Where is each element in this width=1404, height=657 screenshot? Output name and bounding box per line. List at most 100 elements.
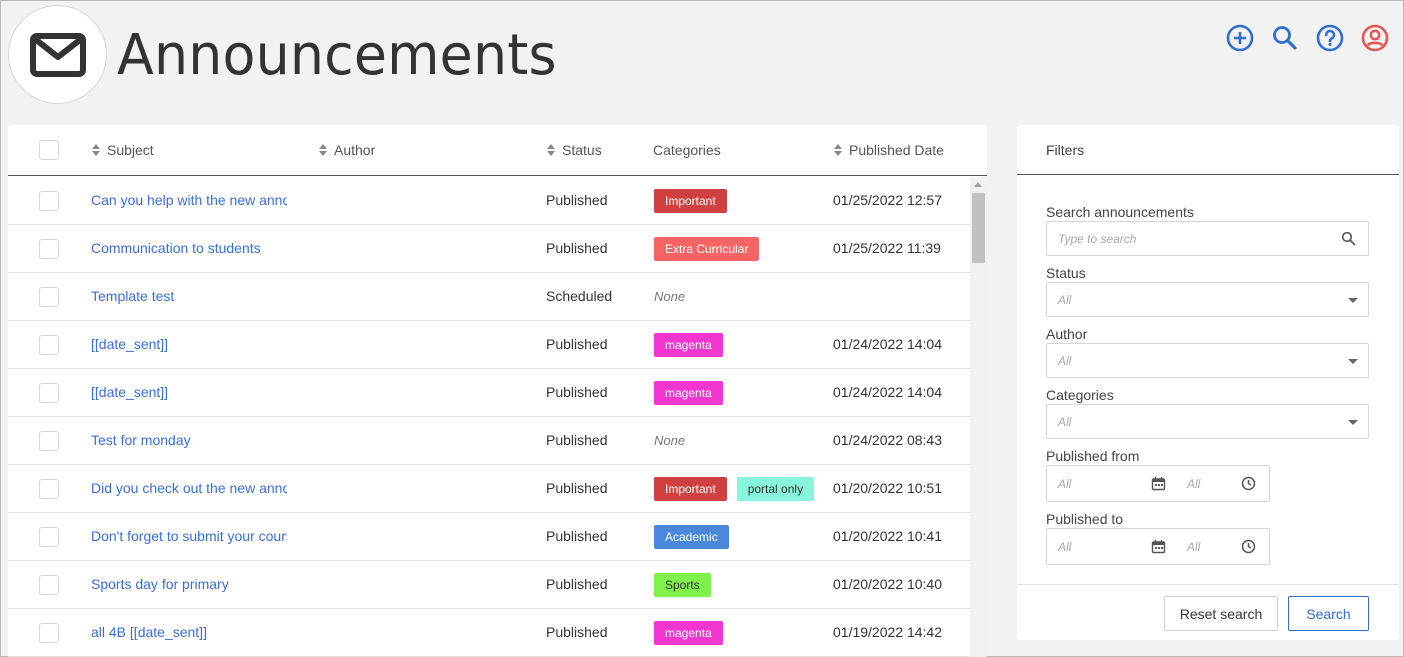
row-subject-link[interactable]: Test for monday xyxy=(91,432,287,448)
sort-icon xyxy=(834,144,842,156)
author-select[interactable]: All xyxy=(1046,343,1369,378)
category-tag: Sports xyxy=(654,573,711,597)
row-published-date: 01/24/2022 14:04 xyxy=(833,336,942,352)
row-subject-link[interactable]: Don't forget to submit your coursework xyxy=(91,528,287,544)
published-to-date[interactable]: All xyxy=(1058,540,1071,554)
status-select[interactable]: All xyxy=(1046,282,1369,317)
row-subject-link[interactable]: Template test xyxy=(91,288,287,304)
author-label: Author xyxy=(1046,326,1088,342)
search-announcements-label: Search announcements xyxy=(1046,204,1194,220)
search-announcements-input[interactable]: Type to search xyxy=(1046,221,1369,256)
search-button[interactable] xyxy=(1270,23,1299,52)
categories-select[interactable]: All xyxy=(1046,404,1369,439)
add-announcement-button[interactable] xyxy=(1225,23,1254,52)
table-header: Subject Author Status Categories Publish… xyxy=(8,125,987,176)
help-button[interactable] xyxy=(1315,23,1344,52)
scrollbar-thumb[interactable] xyxy=(972,193,985,263)
row-categories: Sports xyxy=(654,573,711,597)
table-row[interactable]: Can you help with the new announcement Pu… xyxy=(8,177,970,225)
published-from-date[interactable]: All xyxy=(1058,477,1071,491)
row-checkbox[interactable] xyxy=(39,287,59,307)
published-from-label: Published from xyxy=(1046,448,1140,464)
table-row[interactable]: all 4B [[date_sent]] Published magenta 01/1… xyxy=(8,609,970,657)
table-row[interactable]: [[date_sent]] Published magenta 01/24/2022 … xyxy=(8,369,970,417)
row-status: Published xyxy=(546,384,608,400)
row-checkbox[interactable] xyxy=(39,431,59,451)
page-title: Announcements xyxy=(117,23,557,88)
published-to-time[interactable]: All xyxy=(1187,540,1200,554)
clock-icon[interactable] xyxy=(1241,476,1256,491)
published-from-input[interactable]: All All xyxy=(1046,465,1270,502)
column-subject-label: Subject xyxy=(107,142,154,158)
column-author[interactable]: Author xyxy=(318,142,375,158)
row-categories: magenta xyxy=(654,381,723,405)
row-published-date: 01/20/2022 10:41 xyxy=(833,528,942,544)
row-subject-link[interactable]: Did you check out the new announcement xyxy=(91,480,287,496)
table-row[interactable]: Did you check out the new announcement Pu… xyxy=(8,465,970,513)
row-subject-link[interactable]: Sports day for primary xyxy=(91,576,287,592)
row-categories-none: None xyxy=(654,433,686,448)
calendar-icon[interactable] xyxy=(1151,539,1166,554)
row-status: Published xyxy=(546,336,608,352)
scroll-up-arrow[interactable] xyxy=(974,182,982,187)
filters-footer: Reset search Search xyxy=(1017,584,1399,640)
filters-panel: Filters Search announcements Type to sea… xyxy=(1017,125,1399,640)
row-status: Published xyxy=(546,192,608,208)
category-tag: Important xyxy=(654,477,727,501)
row-checkbox[interactable] xyxy=(39,383,59,403)
table-row[interactable]: Don't forget to submit your coursework Pu… xyxy=(8,513,970,561)
row-checkbox[interactable] xyxy=(39,623,59,643)
chevron-down-icon xyxy=(1348,420,1358,425)
row-checkbox[interactable] xyxy=(39,335,59,355)
table-row[interactable]: Template test Scheduled None xyxy=(8,273,970,321)
row-subject-link[interactable]: [[date_sent]] xyxy=(91,384,287,400)
row-categories: Important portal only xyxy=(654,477,815,501)
row-checkbox[interactable] xyxy=(39,479,59,499)
reset-search-button[interactable]: Reset search xyxy=(1164,596,1278,631)
select-all-checkbox[interactable] xyxy=(39,140,59,160)
row-subject-link[interactable]: all 4B [[date_sent]] xyxy=(91,624,287,640)
published-to-label: Published to xyxy=(1046,511,1124,527)
table-row[interactable]: Test for monday Published None 01/24/2022 0… xyxy=(8,417,970,465)
envelope-icon xyxy=(29,32,86,77)
row-categories: magenta xyxy=(654,333,723,357)
row-published-date: 01/25/2022 12:57 xyxy=(833,192,942,208)
column-categories-label: Categories xyxy=(653,142,721,158)
sort-icon xyxy=(92,144,100,156)
row-status: Published xyxy=(546,480,608,496)
row-status: Published xyxy=(546,240,608,256)
category-tag: portal only xyxy=(736,477,815,501)
row-checkbox[interactable] xyxy=(39,575,59,595)
clock-icon[interactable] xyxy=(1241,539,1256,554)
column-published-date-label: Published Date xyxy=(849,142,944,158)
row-subject-link[interactable]: Can you help with the new announcement xyxy=(91,192,287,208)
row-checkbox[interactable] xyxy=(39,527,59,547)
column-status[interactable]: Status xyxy=(546,142,602,158)
table-body: Can you help with the new announcement Pu… xyxy=(8,177,970,657)
row-subject-link[interactable]: Communication to students xyxy=(91,240,287,256)
column-published-date[interactable]: Published Date xyxy=(833,142,944,158)
table-scrollbar[interactable] xyxy=(970,177,987,657)
table-row[interactable]: [[date_sent]] Published magenta 01/24/2022 … xyxy=(8,321,970,369)
user-profile-button[interactable] xyxy=(1360,23,1389,52)
search-submit-button[interactable]: Search xyxy=(1288,596,1369,631)
row-published-date: 01/19/2022 14:42 xyxy=(833,624,942,640)
row-status: Published xyxy=(546,576,608,592)
announcements-logo xyxy=(8,5,107,104)
row-checkbox[interactable] xyxy=(39,239,59,259)
category-tag: magenta xyxy=(654,381,723,405)
published-from-time[interactable]: All xyxy=(1187,477,1200,491)
row-status: Published xyxy=(546,432,608,448)
row-published-date: 01/20/2022 10:40 xyxy=(833,576,942,592)
row-subject-link[interactable]: [[date_sent]] xyxy=(91,336,287,352)
row-checkbox[interactable] xyxy=(39,191,59,211)
published-to-input[interactable]: All All xyxy=(1046,528,1270,565)
category-tag: Extra Curricular xyxy=(654,237,760,261)
page-header: Announcements xyxy=(1,1,1403,111)
column-subject[interactable]: Subject xyxy=(91,142,154,158)
author-value: All xyxy=(1058,354,1072,368)
table-row[interactable]: Communication to students Published Extra … xyxy=(8,225,970,273)
category-tag: Important xyxy=(654,189,727,213)
calendar-icon[interactable] xyxy=(1151,476,1166,491)
table-row[interactable]: Sports day for primary Published Sports 01/… xyxy=(8,561,970,609)
